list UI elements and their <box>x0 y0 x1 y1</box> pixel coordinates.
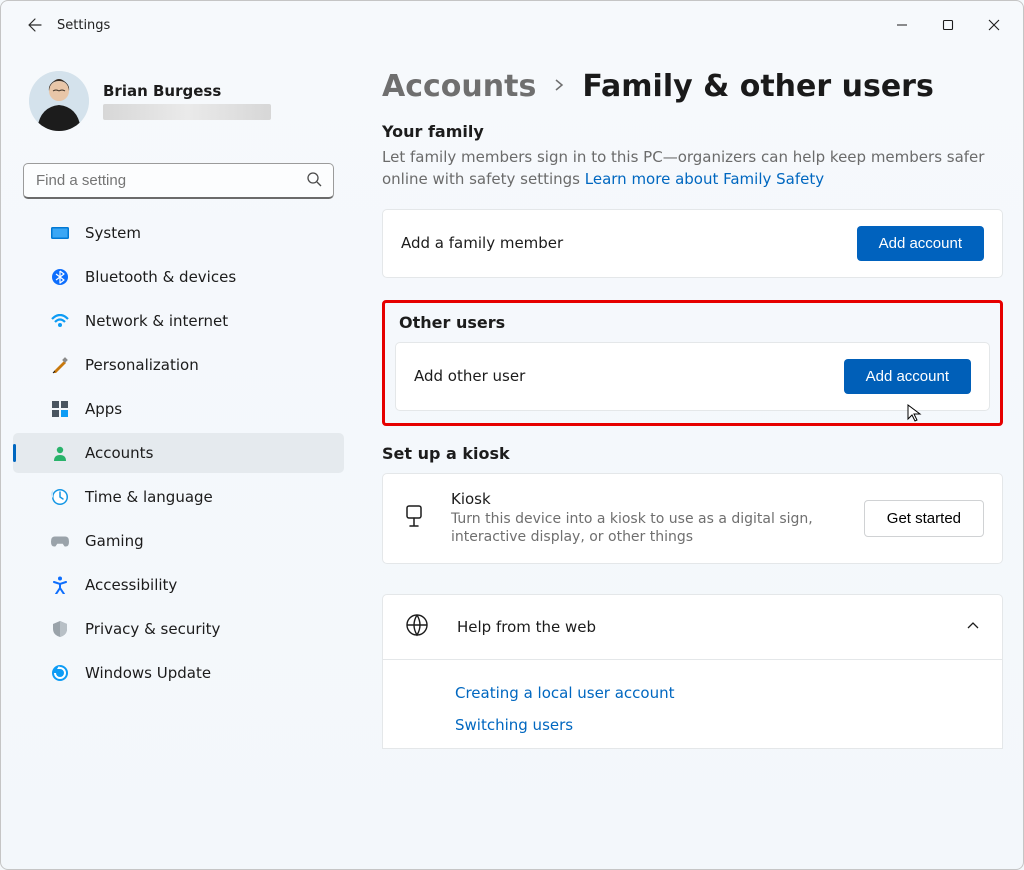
chevron-right-icon <box>552 77 566 96</box>
sidebar-item-label: Windows Update <box>85 664 211 682</box>
privacy-icon <box>51 620 69 638</box>
sidebar-item-accounts[interactable]: Accounts <box>13 433 344 473</box>
maximize-button[interactable] <box>925 9 971 41</box>
system-icon <box>51 224 69 242</box>
breadcrumb-level1[interactable]: Accounts <box>382 69 536 104</box>
other-users-highlight: Other users Add other user Add account <box>382 300 1003 426</box>
section-title-other: Other users <box>399 313 990 332</box>
breadcrumb-level2: Family & other users <box>582 69 934 104</box>
profile-block[interactable]: Brian Burgess <box>1 59 356 145</box>
family-card-label: Add a family member <box>401 234 563 252</box>
nav-list: System Bluetooth & devices Network & int… <box>1 213 356 693</box>
accounts-icon <box>51 444 69 462</box>
kiosk-title: Kiosk <box>451 490 840 508</box>
kiosk-get-started-button[interactable]: Get started <box>864 500 984 537</box>
section-title-family: Your family <box>382 122 1003 141</box>
sidebar-item-label: Accessibility <box>85 576 177 594</box>
add-family-account-button[interactable]: Add account <box>857 226 984 261</box>
sidebar: Brian Burgess System Bluetooth & devices <box>1 49 356 869</box>
back-button[interactable] <box>25 16 43 34</box>
sidebar-item-label: Gaming <box>85 532 144 550</box>
sidebar-item-personalization[interactable]: Personalization <box>13 345 344 385</box>
sidebar-item-label: Bluetooth & devices <box>85 268 236 286</box>
app-title: Settings <box>57 18 110 33</box>
gaming-icon <box>51 532 69 550</box>
accessibility-icon <box>51 576 69 594</box>
cursor-icon <box>906 403 924 427</box>
other-user-card: Add other user Add account <box>395 342 990 411</box>
sidebar-item-label: Network & internet <box>85 312 228 330</box>
profile-name: Brian Burgess <box>103 82 271 100</box>
kiosk-icon <box>401 503 427 533</box>
settings-window: Settings <box>0 0 1024 870</box>
breadcrumb: Accounts Family & other users <box>382 69 1003 104</box>
update-icon <box>51 664 69 682</box>
sidebar-item-gaming[interactable]: Gaming <box>13 521 344 561</box>
close-button[interactable] <box>971 9 1017 41</box>
globe-icon <box>405 613 429 641</box>
sidebar-item-bluetooth[interactable]: Bluetooth & devices <box>13 257 344 297</box>
sidebar-item-update[interactable]: Windows Update <box>13 653 344 693</box>
section-desc-family: Let family members sign in to this PC—or… <box>382 147 1003 191</box>
kiosk-card: Kiosk Turn this device into a kiosk to u… <box>382 473 1003 565</box>
search-input[interactable] <box>23 163 334 199</box>
help-card-header[interactable]: Help from the web <box>383 595 1002 659</box>
search-icon <box>306 171 322 191</box>
search-box[interactable] <box>23 163 334 199</box>
sidebar-item-label: Time & language <box>85 488 213 506</box>
other-user-card-label: Add other user <box>414 367 525 385</box>
time-icon <box>51 488 69 506</box>
minimize-button[interactable] <box>879 9 925 41</box>
titlebar: Settings <box>1 1 1023 49</box>
bluetooth-icon <box>51 268 69 286</box>
sidebar-item-system[interactable]: System <box>13 213 344 253</box>
add-other-account-button[interactable]: Add account <box>844 359 971 394</box>
personalization-icon <box>51 356 69 374</box>
kiosk-subtitle: Turn this device into a kiosk to use as … <box>451 510 840 548</box>
chevron-up-icon <box>966 618 980 637</box>
help-card: Help from the web Creating a local user … <box>382 594 1003 749</box>
sidebar-item-time[interactable]: Time & language <box>13 477 344 517</box>
sidebar-item-apps[interactable]: Apps <box>13 389 344 429</box>
sidebar-item-label: Personalization <box>85 356 199 374</box>
apps-icon <box>51 400 69 418</box>
content-pane: Accounts Family & other users Your famil… <box>356 49 1023 869</box>
sidebar-item-label: System <box>85 224 141 242</box>
family-card: Add a family member Add account <box>382 209 1003 278</box>
sidebar-item-privacy[interactable]: Privacy & security <box>13 609 344 649</box>
section-title-kiosk: Set up a kiosk <box>382 444 1003 463</box>
help-link-create-local-account[interactable]: Creating a local user account <box>455 684 1002 702</box>
profile-email-redacted <box>103 104 271 120</box>
family-safety-link[interactable]: Learn more about Family Safety <box>585 170 824 188</box>
sidebar-item-network[interactable]: Network & internet <box>13 301 344 341</box>
help-link-switching-users[interactable]: Switching users <box>455 716 1002 734</box>
sidebar-item-label: Accounts <box>85 444 153 462</box>
avatar <box>29 71 89 131</box>
sidebar-item-label: Apps <box>85 400 122 418</box>
help-links: Creating a local user account Switching … <box>383 659 1002 734</box>
sidebar-item-label: Privacy & security <box>85 620 220 638</box>
sidebar-item-accessibility[interactable]: Accessibility <box>13 565 344 605</box>
help-title: Help from the web <box>457 618 938 636</box>
network-icon <box>51 312 69 330</box>
